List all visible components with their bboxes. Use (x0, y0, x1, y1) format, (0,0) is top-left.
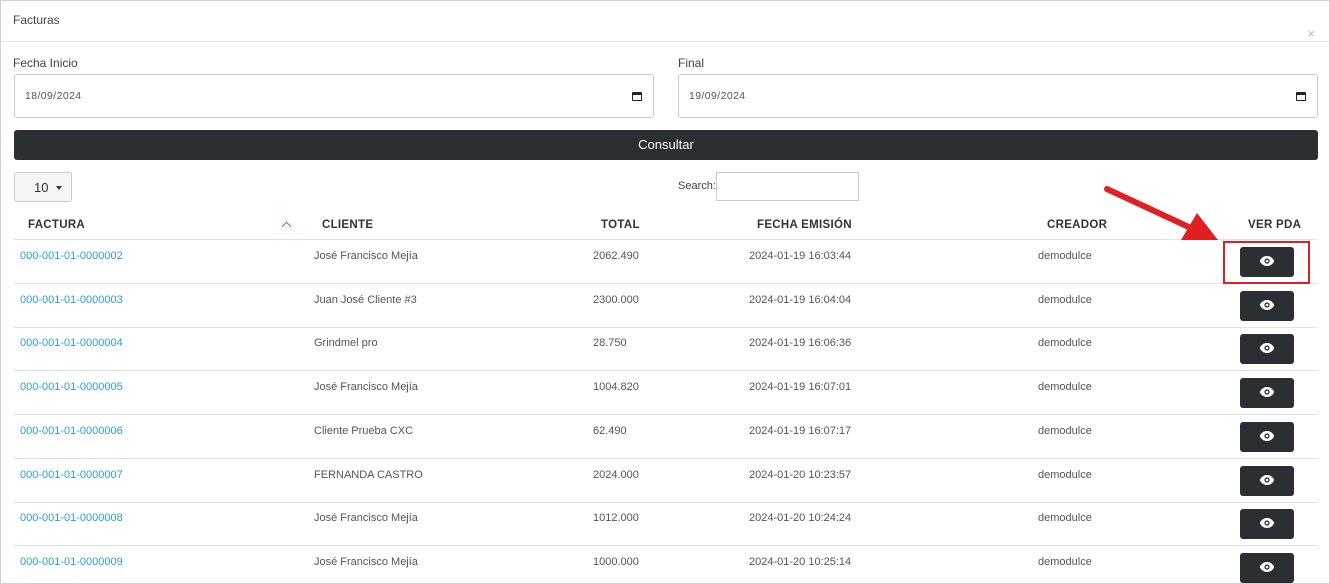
facturas-modal: Facturas × Fecha Inicio 18/09/2024 Final… (0, 0, 1330, 584)
annotation-arrow (1104, 186, 1218, 240)
